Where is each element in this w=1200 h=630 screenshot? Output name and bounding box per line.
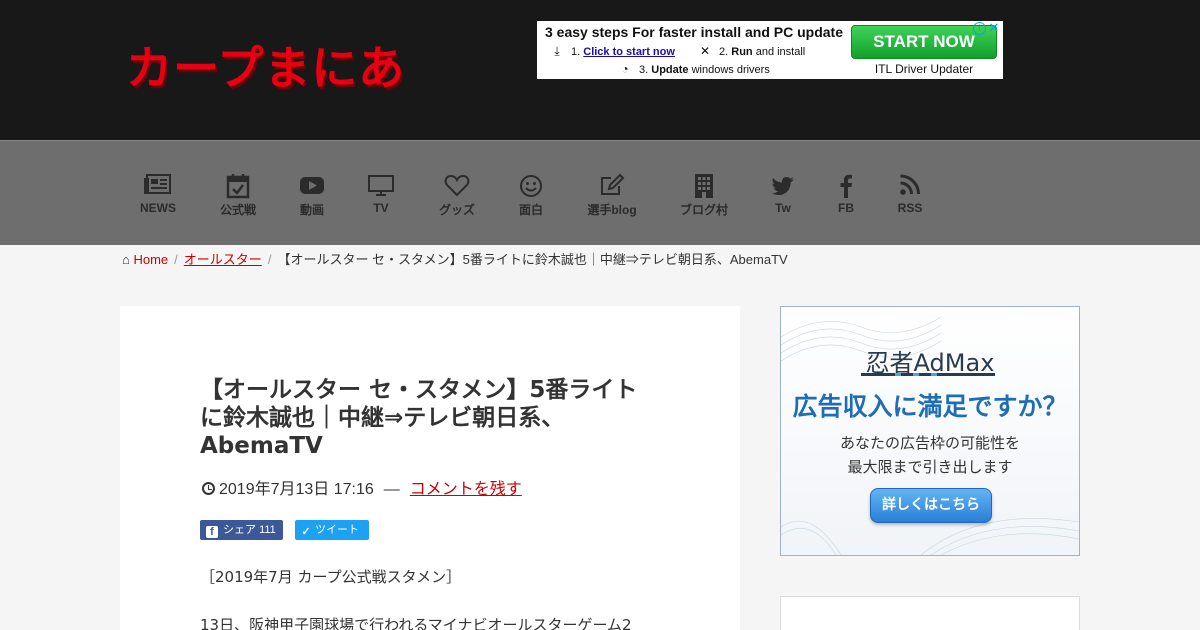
clock-icon	[202, 482, 215, 495]
ad-info-icon[interactable]: i	[973, 22, 986, 35]
ad-step-1-number: 1.	[571, 46, 581, 58]
site-header: カープまにあ 3 easy steps For faster install a…	[0, 0, 1200, 140]
smile-icon	[511, 173, 551, 199]
building-icon	[676, 173, 732, 199]
nav-label: RSS	[897, 201, 923, 215]
article-paragraph: ［2019年7月 カープ公式戦スタメン］	[200, 568, 462, 586]
header-ad-banner[interactable]: 3 easy steps For faster install and PC u…	[537, 21, 1003, 79]
facebook-icon	[826, 173, 866, 199]
nav-label: 面白	[518, 203, 543, 217]
site-logo[interactable]: カープまにあ	[126, 32, 405, 98]
nav-label: Tw	[775, 201, 791, 215]
edit-icon	[584, 173, 640, 199]
ad-step-2-number: 2.	[719, 46, 729, 58]
nav-label: FB	[838, 201, 854, 215]
nav-item-player-blog[interactable]: 選手blog	[584, 173, 640, 218]
home-icon: ⌂	[122, 252, 130, 267]
share-fb-label: シェア	[223, 524, 256, 536]
sidebar-ad-banner[interactable]: 忍者AdMax 広告収入に満足ですか？ あなたの広告枠の可能性を 最大限まで引き…	[780, 306, 1080, 556]
download-icon: ⤓	[554, 44, 560, 58]
gauge-icon: ◔	[621, 62, 629, 76]
ad-headline: 広告収入に満足ですか？	[792, 392, 1068, 421]
nav-item-funny[interactable]: 面白	[511, 173, 551, 218]
nav-item-news[interactable]: NEWS	[138, 173, 178, 215]
breadcrumb-current: 【オールスター セ・スタメン】5番ライトに鈴木誠也｜中継⇒テレビ朝日系、Abem…	[277, 252, 788, 267]
breadcrumb-separator: /	[174, 252, 178, 267]
ad-close-icon[interactable]: ✕	[987, 21, 1001, 35]
nav-item-facebook[interactable]: FB	[826, 173, 866, 215]
article-paragraph: 13日、阪神甲子園球場で行われるマイナビオールスターゲーム2	[200, 616, 632, 630]
article-meta: 2019年7月13日 17:16 — コメントを残す	[202, 475, 522, 499]
ad-subtext: あなたの広告枠の可能性を 最大限まで引き出します	[781, 431, 1079, 479]
nav-item-tv[interactable]: TV	[361, 173, 401, 215]
article-card: 【オールスター セ・スタメン】5番ライトに鈴木誠也｜中継⇒テレビ朝日系、Abem…	[120, 306, 740, 630]
facebook-icon: f	[206, 526, 218, 538]
ad-step-3: ◔ 3. Update windows drivers	[617, 62, 770, 76]
twitter-icon: ✓	[301, 526, 311, 538]
leave-comment-link[interactable]: コメントを残す	[410, 481, 522, 498]
breadcrumb-separator: /	[267, 252, 272, 267]
ad-step-3-bold: Update	[651, 64, 689, 76]
share-fb-count: 111	[259, 524, 276, 536]
twitter-icon	[763, 173, 803, 199]
nav-item-rss[interactable]: RSS	[890, 173, 930, 215]
ad-step-2-text: and install	[755, 46, 806, 58]
heart-icon	[434, 173, 480, 199]
meta-dash: —	[383, 481, 400, 498]
youtube-icon	[292, 173, 332, 199]
ad-subtext-line: 最大限まで引き出します	[847, 458, 1013, 476]
nav-item-official-games[interactable]: 公式戦	[214, 173, 262, 218]
nav-label: NEWS	[140, 201, 176, 215]
nav-label: ブログ村	[679, 203, 728, 217]
rss-icon	[890, 173, 930, 199]
nav-label: 選手blog	[587, 203, 637, 217]
newspaper-icon	[138, 173, 178, 199]
nav-item-goods[interactable]: グッズ	[434, 173, 480, 218]
ad-headline: 3 easy steps For faster install and PC u…	[545, 24, 843, 40]
calendar-check-icon	[214, 173, 262, 199]
sidebar-widget	[780, 596, 1080, 630]
ad-details-button[interactable]: 詳しくはこちら	[870, 488, 992, 523]
ad-step-3-text: windows drivers	[691, 64, 770, 76]
breadcrumb-category-link[interactable]: オールスター	[184, 252, 262, 267]
main-nav: NEWS 公式戦 動画 TV グッズ 面白 選手blog ブログ村 Tw FB …	[0, 140, 1200, 245]
nav-item-blog-village[interactable]: ブログ村	[676, 173, 732, 218]
nav-item-video[interactable]: 動画	[292, 173, 332, 218]
nav-label: グッズ	[438, 203, 475, 217]
ad-click-to-start-link[interactable]: Click to start now	[583, 46, 675, 58]
ad-step-2: ✕ 2. Run and install	[697, 44, 805, 58]
ad-brand: ITL Driver Updater	[874, 62, 974, 76]
tools-icon: ✕	[699, 44, 711, 58]
tv-icon	[361, 173, 401, 199]
ad-step-2-bold: Run	[731, 46, 753, 58]
breadcrumb-home-link[interactable]: Home	[133, 252, 168, 267]
breadcrumb: ⌂ Home / オールスター / 【オールスター セ・スタメン】5番ライトに鈴木誠也｜…	[122, 249, 788, 268]
nav-label: TV	[373, 201, 389, 215]
ad-step-3-number: 3.	[639, 64, 649, 76]
twitter-share-button[interactable]: ✓ ツイート	[295, 520, 369, 540]
article-title: 【オールスター セ・スタメン】5番ライトに鈴木誠也｜中継⇒テレビ朝日系、Abem…	[200, 377, 638, 459]
nav-label: 動画	[299, 203, 324, 217]
article-date: 2019年7月13日 17:16	[219, 481, 374, 498]
nav-item-twitter[interactable]: Tw	[763, 173, 803, 215]
ad-subtext-line: あなたの広告枠の可能性を	[839, 434, 1020, 452]
ad-step-1: ⤓ 1. Click to start now	[549, 44, 675, 59]
facebook-share-button[interactable]: f シェア 111	[200, 520, 283, 540]
ad-brand-accent	[895, 373, 937, 376]
share-tw-label: ツイート	[315, 524, 359, 536]
nav-label: 公式戦	[219, 203, 256, 217]
